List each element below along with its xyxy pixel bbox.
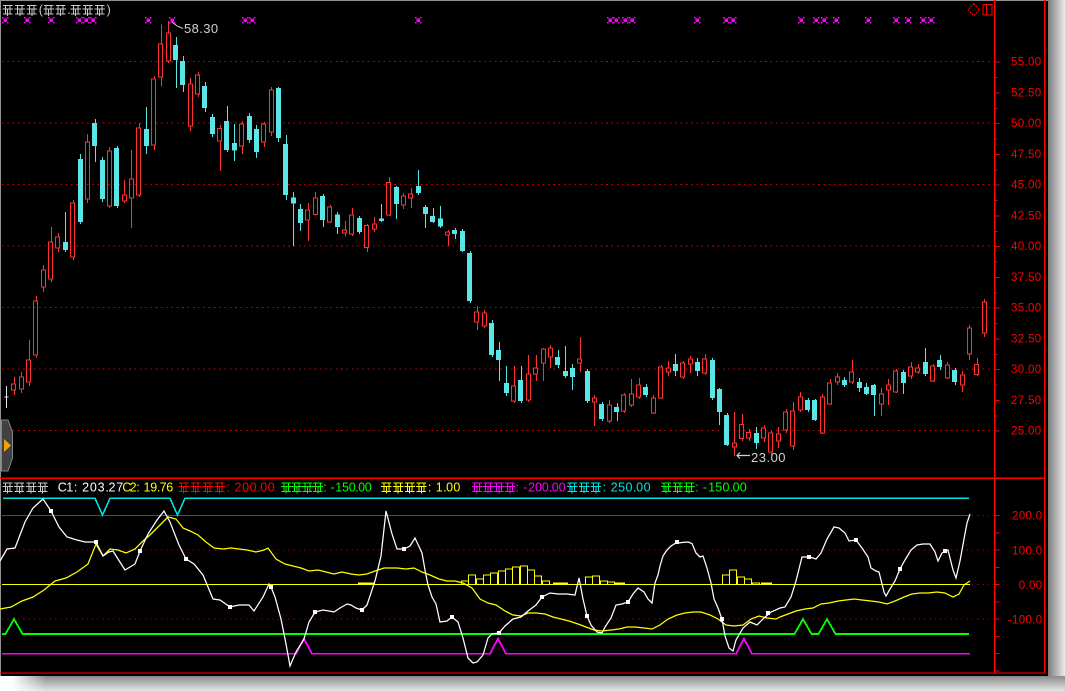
svg-text:0: 0 <box>453 481 460 495</box>
svg-text:0: 0 <box>740 481 747 495</box>
svg-text:2: 2 <box>82 481 89 495</box>
svg-text:30.00: 30.00 <box>1011 364 1042 376</box>
svg-text:0: 0 <box>723 481 730 495</box>
svg-text:-: - <box>703 481 707 495</box>
svg-text:200.0: 200.0 <box>1012 511 1043 523</box>
svg-text:37.50: 37.50 <box>1011 272 1042 284</box>
svg-text:0: 0 <box>242 481 249 495</box>
svg-text:0.00: 0.00 <box>1019 580 1043 592</box>
svg-text:0: 0 <box>365 481 372 495</box>
svg-text::: : <box>323 481 326 495</box>
svg-text:1: 1 <box>66 481 73 495</box>
svg-text:55.00: 55.00 <box>1011 57 1042 69</box>
svg-text:0: 0 <box>446 481 453 495</box>
svg-text::: : <box>428 481 431 495</box>
svg-text:0: 0 <box>636 481 643 495</box>
svg-text:): ) <box>107 3 111 17</box>
svg-text:47.50: 47.50 <box>1011 149 1042 161</box>
svg-text:0: 0 <box>90 481 97 495</box>
svg-text::: : <box>516 481 519 495</box>
svg-text:-100.0: -100.0 <box>1008 614 1043 626</box>
svg-text:27.50: 27.50 <box>1011 395 1042 407</box>
svg-text:0: 0 <box>260 481 267 495</box>
svg-text:23.00: 23.00 <box>751 450 786 465</box>
svg-text:1: 1 <box>708 481 715 495</box>
svg-text:58.30: 58.30 <box>184 21 219 36</box>
svg-text:2: 2 <box>611 481 618 495</box>
svg-text:3: 3 <box>98 481 105 495</box>
svg-text::: : <box>695 481 698 495</box>
svg-text:2: 2 <box>109 481 116 495</box>
svg-text:32.50: 32.50 <box>1011 333 1042 345</box>
svg-text::: : <box>603 481 606 495</box>
svg-text:-: - <box>523 481 527 495</box>
svg-text:25.00: 25.00 <box>1011 426 1042 438</box>
svg-text:40.00: 40.00 <box>1011 241 1042 253</box>
svg-text:0: 0 <box>542 481 549 495</box>
svg-text:0: 0 <box>250 481 257 495</box>
svg-text:45.00: 45.00 <box>1011 180 1042 192</box>
svg-text::: : <box>74 481 77 495</box>
svg-text:5: 5 <box>618 481 625 495</box>
svg-text:2: 2 <box>235 481 242 495</box>
svg-text:50.00: 50.00 <box>1011 118 1042 130</box>
svg-text:0: 0 <box>644 481 651 495</box>
svg-text::: : <box>227 481 230 495</box>
svg-text::: : <box>136 481 139 495</box>
svg-text:1: 1 <box>436 481 443 495</box>
svg-text:-: - <box>330 481 334 495</box>
svg-text:42.50: 42.50 <box>1011 210 1042 222</box>
svg-text:.: . <box>67 3 70 17</box>
svg-text:6: 6 <box>166 481 173 495</box>
svg-text:0: 0 <box>559 481 566 495</box>
svg-text:100.0: 100.0 <box>1012 545 1043 557</box>
svg-text:0: 0 <box>733 481 740 495</box>
svg-text:5: 5 <box>715 481 722 495</box>
svg-text:52.50: 52.50 <box>1011 87 1042 99</box>
svg-text:0: 0 <box>626 481 633 495</box>
svg-text:35.00: 35.00 <box>1011 303 1042 315</box>
svg-text:0: 0 <box>268 481 275 495</box>
